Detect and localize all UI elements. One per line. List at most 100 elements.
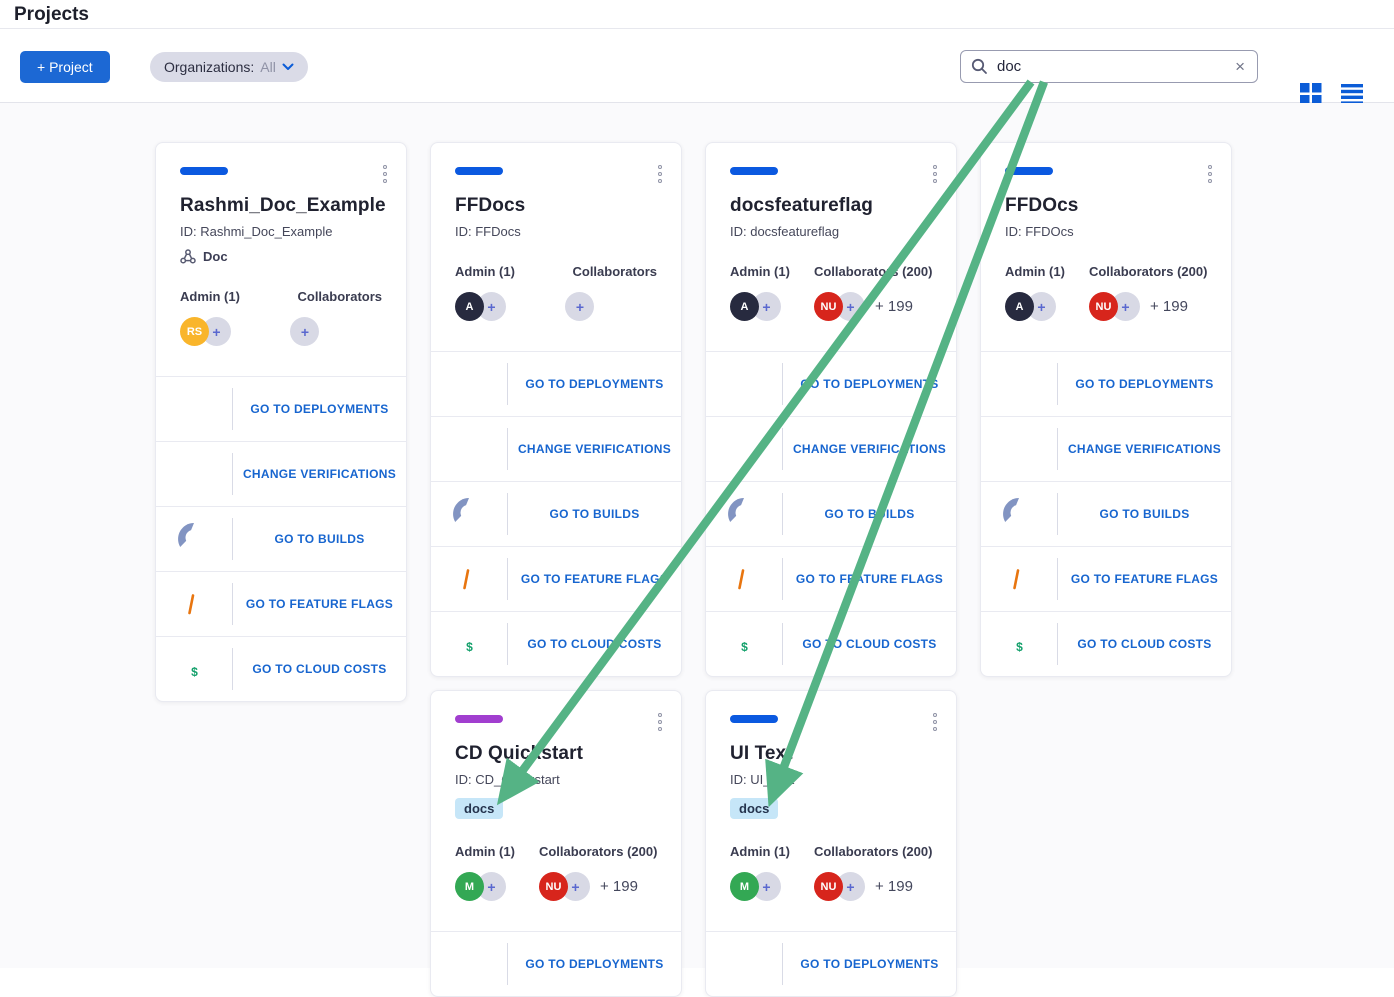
feature-flags-link[interactable]: GO TO FEATURE FLAGS bbox=[233, 597, 406, 611]
project-tag: docs bbox=[730, 798, 778, 819]
card-menu-button[interactable] bbox=[379, 161, 391, 187]
action-row[interactable]: $ GO TO CLOUD COSTS bbox=[156, 636, 406, 701]
action-row[interactable]: GO TO DEPLOYMENTS bbox=[981, 351, 1231, 416]
verifications-link[interactable]: CHANGE VERIFICATIONS bbox=[508, 442, 681, 456]
verifications-icon bbox=[156, 458, 232, 491]
action-row[interactable]: GO TO FEATURE FLAGS bbox=[431, 546, 681, 611]
cloud-costs-link[interactable]: GO TO CLOUD COSTS bbox=[783, 637, 956, 651]
clear-search-icon[interactable]: × bbox=[1233, 58, 1247, 75]
action-row[interactable]: $ GO TO CLOUD COSTS bbox=[981, 611, 1231, 676]
project-card[interactable]: Rashmi_Doc_Example ID: Rashmi_Doc_Exampl… bbox=[155, 142, 407, 702]
card-menu-button[interactable] bbox=[654, 161, 666, 187]
verifications-link[interactable]: CHANGE VERIFICATIONS bbox=[783, 442, 956, 456]
builds-link[interactable]: GO TO BUILDS bbox=[1058, 507, 1231, 521]
admin-label: Admin (1) bbox=[455, 844, 515, 859]
verifications-icon bbox=[706, 433, 782, 466]
deployments-link[interactable]: GO TO DEPLOYMENTS bbox=[233, 402, 406, 416]
action-row[interactable]: GO TO DEPLOYMENTS bbox=[706, 351, 956, 416]
avatar: M bbox=[455, 872, 484, 901]
deployments-link[interactable]: GO TO DEPLOYMENTS bbox=[508, 377, 681, 391]
card-menu-button[interactable] bbox=[929, 709, 941, 735]
action-row[interactable]: $ GO TO CLOUD COSTS bbox=[431, 611, 681, 676]
action-row[interactable]: GO TO BUILDS bbox=[706, 481, 956, 546]
project-color-bar bbox=[1005, 167, 1053, 175]
action-row[interactable]: GO TO FEATURE FLAGS bbox=[706, 546, 956, 611]
project-color-bar bbox=[455, 715, 503, 723]
project-color-bar bbox=[730, 715, 778, 723]
organizations-filter-dropdown[interactable]: Organizations: All bbox=[150, 52, 308, 82]
collaborators-group: Collaborators (200) NU++ 199 bbox=[539, 844, 657, 901]
project-card[interactable]: FFDOcs ID: FFDOcs Admin (1) A+ Collabora… bbox=[980, 142, 1232, 677]
chevron-down-icon bbox=[282, 63, 294, 71]
project-tag-row: docs bbox=[730, 798, 932, 819]
cloud-costs-link[interactable]: GO TO CLOUD COSTS bbox=[233, 662, 406, 676]
deployments-link[interactable]: GO TO DEPLOYMENTS bbox=[1058, 377, 1231, 391]
collaborators-group: Collaborators + bbox=[297, 289, 382, 346]
deployments-link[interactable]: GO TO DEPLOYMENTS bbox=[508, 957, 681, 971]
action-row[interactable]: GO TO DEPLOYMENTS bbox=[706, 931, 956, 996]
verifications-icon bbox=[981, 433, 1057, 466]
action-row[interactable]: GO TO DEPLOYMENTS bbox=[431, 931, 681, 996]
builds-link[interactable]: GO TO BUILDS bbox=[508, 507, 681, 521]
action-row[interactable]: GO TO FEATURE FLAGS bbox=[981, 546, 1231, 611]
project-card[interactable]: CD Quickstart ID: CD_Quickstart docs Adm… bbox=[430, 690, 682, 997]
project-title: Rashmi_Doc_Example bbox=[180, 195, 382, 217]
admin-label: Admin (1) bbox=[730, 264, 790, 279]
verifications-link[interactable]: CHANGE VERIFICATIONS bbox=[233, 467, 406, 481]
feature-flags-icon bbox=[431, 562, 507, 596]
collaborators-overflow-count: + 199 bbox=[875, 298, 913, 315]
feature-flags-link[interactable]: GO TO FEATURE FLAGS bbox=[783, 572, 956, 586]
builds-link[interactable]: GO TO BUILDS bbox=[783, 507, 956, 521]
card-actions: GO TO DEPLOYMENTS CHANGE VERIFICATIONS G… bbox=[156, 376, 406, 701]
card-actions: GO TO DEPLOYMENTS bbox=[431, 931, 681, 996]
deployments-link[interactable]: GO TO DEPLOYMENTS bbox=[783, 377, 956, 391]
action-row[interactable]: CHANGE VERIFICATIONS bbox=[981, 416, 1231, 481]
search-box: × bbox=[960, 50, 1258, 83]
builds-icon bbox=[156, 522, 232, 556]
collaborators-label: Collaborators bbox=[572, 264, 657, 279]
project-id: ID: FFDocs bbox=[455, 224, 657, 239]
action-row[interactable]: GO TO DEPLOYMENTS bbox=[431, 351, 681, 416]
feature-flags-link[interactable]: GO TO FEATURE FLAGS bbox=[508, 572, 681, 586]
action-row[interactable]: GO TO BUILDS bbox=[981, 481, 1231, 546]
action-row[interactable]: CHANGE VERIFICATIONS bbox=[706, 416, 956, 481]
verifications-link[interactable]: CHANGE VERIFICATIONS bbox=[1058, 442, 1231, 456]
action-row[interactable]: GO TO DEPLOYMENTS bbox=[156, 376, 406, 441]
cloud-costs-link[interactable]: GO TO CLOUD COSTS bbox=[508, 637, 681, 651]
avatar: RS bbox=[180, 317, 209, 346]
card-menu-button[interactable] bbox=[654, 709, 666, 735]
action-row[interactable]: GO TO FEATURE FLAGS bbox=[156, 571, 406, 636]
action-row[interactable]: GO TO BUILDS bbox=[431, 481, 681, 546]
project-id: ID: UI_Text bbox=[730, 772, 932, 787]
add-collaborator-button[interactable]: + bbox=[290, 317, 319, 346]
search-input[interactable] bbox=[995, 57, 1233, 76]
cloud-costs-link[interactable]: GO TO CLOUD COSTS bbox=[1058, 637, 1231, 651]
page-title: Projects bbox=[14, 4, 89, 26]
builds-link[interactable]: GO TO BUILDS bbox=[233, 532, 406, 546]
new-project-button[interactable]: + Project bbox=[20, 51, 110, 83]
builds-icon bbox=[981, 497, 1057, 531]
project-title: CD Quickstart bbox=[455, 743, 657, 765]
action-row[interactable]: CHANGE VERIFICATIONS bbox=[156, 441, 406, 506]
verifications-icon bbox=[431, 433, 507, 466]
search-icon bbox=[971, 58, 988, 75]
admin-label: Admin (1) bbox=[730, 844, 790, 859]
project-card[interactable]: UI Text ID: UI_Text docs Admin (1) M+ Co… bbox=[705, 690, 957, 997]
feature-flags-link[interactable]: GO TO FEATURE FLAGS bbox=[1058, 572, 1231, 586]
project-id: ID: docsfeatureflag bbox=[730, 224, 932, 239]
project-card[interactable]: docsfeatureflag ID: docsfeatureflag Admi… bbox=[705, 142, 957, 677]
admin-group: Admin (1) M+ bbox=[455, 844, 515, 901]
project-card[interactable]: FFDocs ID: FFDocs Admin (1) A+ Collabora… bbox=[430, 142, 682, 677]
add-collaborator-button[interactable]: + bbox=[565, 292, 594, 321]
toolbar: + Project Organizations: All × bbox=[0, 28, 1394, 103]
kebab-menu-icon bbox=[933, 713, 937, 717]
cloud-costs-icon: $ bbox=[981, 631, 1057, 658]
card-menu-button[interactable] bbox=[929, 161, 941, 187]
deployments-link[interactable]: GO TO DEPLOYMENTS bbox=[783, 957, 956, 971]
collaborators-overflow-count: + 199 bbox=[600, 878, 638, 895]
collaborators-label: Collaborators bbox=[297, 289, 382, 304]
card-menu-button[interactable] bbox=[1204, 161, 1216, 187]
action-row[interactable]: GO TO BUILDS bbox=[156, 506, 406, 571]
action-row[interactable]: $ GO TO CLOUD COSTS bbox=[706, 611, 956, 676]
action-row[interactable]: CHANGE VERIFICATIONS bbox=[431, 416, 681, 481]
